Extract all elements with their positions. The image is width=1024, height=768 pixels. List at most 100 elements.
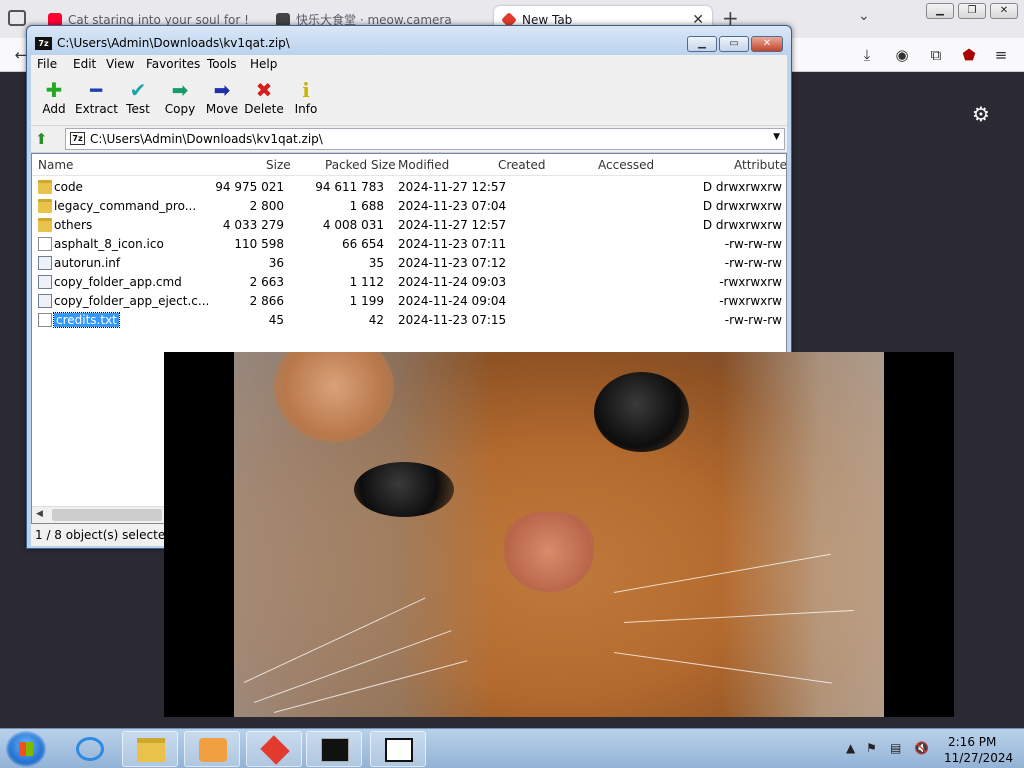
attributes: -rwxrwxrw [719,294,782,308]
add-button[interactable]: ✚ Add [33,78,75,116]
file-size: 2 866 [249,294,284,308]
taskbar-browser[interactable] [246,731,302,767]
volume-muted-icon[interactable]: 🔇 [914,741,929,755]
attributes: D drwxrwxrw [702,180,782,194]
archive-icon: 7z [70,132,85,145]
table-row[interactable]: autorun.inf 36 35 2024-11-23 07:12 -rw-rw-rw [32,254,786,273]
account-icon[interactable]: ◉ [893,46,911,64]
menu-edit[interactable]: Edit [73,57,96,71]
column-created[interactable]: Created [498,158,546,172]
extract-button[interactable]: ━ Extract [75,78,118,116]
up-folder-icon[interactable]: ⬆ [35,130,48,148]
modified-date: 2024-11-24 09:03 [398,275,507,289]
packed-size: 66 654 [342,237,384,251]
list-header: Name Size Packed Size Modified Created A… [32,154,786,176]
menu-view[interactable]: View [106,57,134,71]
chevron-down-icon[interactable]: ▼ [773,132,780,142]
table-row[interactable]: others 4 033 279 4 008 031 2024-11-27 12:57… [32,216,786,235]
packed-size: 1 688 [349,199,384,213]
minimize-button[interactable]: ▁ [687,36,717,52]
close-button[interactable]: ✕ [751,36,783,52]
move-button[interactable]: ➡ Move [201,78,243,116]
file-size: 2 800 [249,199,284,213]
folder-icon [38,180,52,194]
toolbar: ✚ Add ━ Extract ✔ Test ➡ Copy ➡ Move ✖ D… [31,74,787,126]
file-size: 36 [268,256,284,270]
title-bar: 7z C:\Users\Admin\Downloads\kv1qat.zip\ … [27,26,791,54]
delete-button[interactable]: ✖ Delete [243,78,285,116]
extensions-icon[interactable]: ⧉ [927,46,945,64]
menu-help[interactable]: Help [250,57,277,71]
cat-eye-right [594,372,689,452]
settings-file-icon [38,256,52,270]
extract-icon: ━ [89,78,103,102]
action-center-flag-icon[interactable]: ⚑ [866,741,877,755]
media-player-icon [199,738,227,762]
table-row[interactable]: code 94 975 021 94 611 783 2024-11-27 12:57… [32,178,786,197]
column-modified[interactable]: Modified [398,158,449,172]
packed-size: 35 [368,256,384,270]
file-icon [38,313,52,327]
info-button[interactable]: i Info [285,78,327,116]
file-icon [38,237,52,251]
packed-size: 4 008 031 [322,218,384,232]
show-hidden-icons[interactable]: ▲ [846,741,855,755]
taskbar-file-explorer[interactable] [122,731,178,767]
maximize-button[interactable]: ▭ [719,36,749,52]
modified-date: 2024-11-27 12:57 [398,180,507,194]
clock-time[interactable]: 2:16 PM [948,735,996,749]
chevron-down-icon[interactable]: ⌄ [858,8,870,24]
taskbar-media-player[interactable] [184,731,240,767]
address-field[interactable]: 7z C:\Users\Admin\Downloads\kv1qat.zip\ … [65,128,785,150]
column-size[interactable]: Size [266,158,291,172]
folder-icon [137,738,165,762]
minimize-button[interactable]: ▁ [926,3,954,19]
settings-file-icon [38,294,52,308]
red-diamond-icon [260,735,290,765]
delete-icon: ✖ [255,78,273,102]
folder-icon [38,218,52,232]
download-icon[interactable]: ⤓ [858,46,876,64]
scroll-thumb[interactable] [52,509,162,521]
maximize-button[interactable]: ❐ [958,3,986,19]
file-name: copy_folder_app_eject.c... [54,294,210,308]
table-row[interactable]: legacy_command_pro... 2 800 1 688 2024-11-2… [32,197,786,216]
menu-bar: File Edit View Favorites Tools Help [31,55,787,74]
close-button[interactable]: ✕ [990,3,1018,19]
start-button[interactable] [6,731,46,767]
settings-file-icon [38,275,52,289]
table-row[interactable]: copy_folder_app.cmd 2 663 1 112 2024-11-24 … [32,273,786,292]
taskbar: ▲ ⚑ ▤ 🔇 2:16 PM 11/27/2024 [0,728,1024,768]
modified-date: 2024-11-24 09:04 [398,294,507,308]
column-packed-size[interactable]: Packed Size [325,158,396,172]
table-row[interactable]: asphalt_8_icon.ico 110 598 66 654 2024-11-2… [32,235,786,254]
network-icon[interactable]: ▤ [890,741,901,755]
scroll-left-icon[interactable]: ◀ [36,509,43,519]
taskbar-7zip[interactable] [370,731,426,767]
7zip-app-icon: 7z [35,37,52,50]
menu-favorites[interactable]: Favorites [146,57,200,71]
table-row[interactable]: copy_folder_app_eject.c... 2 866 1 199 2024… [32,292,786,311]
move-icon: ➡ [213,78,231,102]
video-player[interactable] [164,352,954,717]
menu-tools[interactable]: Tools [207,57,237,71]
test-button[interactable]: ✔ Test [117,78,159,116]
address-bar: ⬆ 7z C:\Users\Admin\Downloads\kv1qat.zip… [31,126,787,152]
gear-icon[interactable]: ⚙ [972,102,990,126]
taskbar-command-prompt[interactable] [306,731,362,767]
menu-file[interactable]: File [37,57,57,71]
column-name[interactable]: Name [38,158,73,172]
column-attribute[interactable]: Attribute [734,158,786,172]
menu-icon[interactable]: ≡ [992,46,1010,64]
taskbar-internet-explorer[interactable] [62,731,118,767]
column-accessed[interactable]: Accessed [598,158,654,172]
modified-date: 2024-11-23 07:12 [398,256,507,270]
clock-date[interactable]: 11/27/2024 [944,751,1013,765]
cat-eye-left [354,462,454,517]
ublock-icon[interactable]: ⬟ [960,46,978,64]
modified-date: 2024-11-23 07:04 [398,199,507,213]
copy-button[interactable]: ➡ Copy [159,78,201,116]
attributes: -rw-rw-rw [724,256,782,270]
sidebar-icon[interactable] [8,10,26,26]
table-row[interactable]: credits.txt 45 42 2024-11-23 07:15 -rw-rw-rw [32,311,786,330]
